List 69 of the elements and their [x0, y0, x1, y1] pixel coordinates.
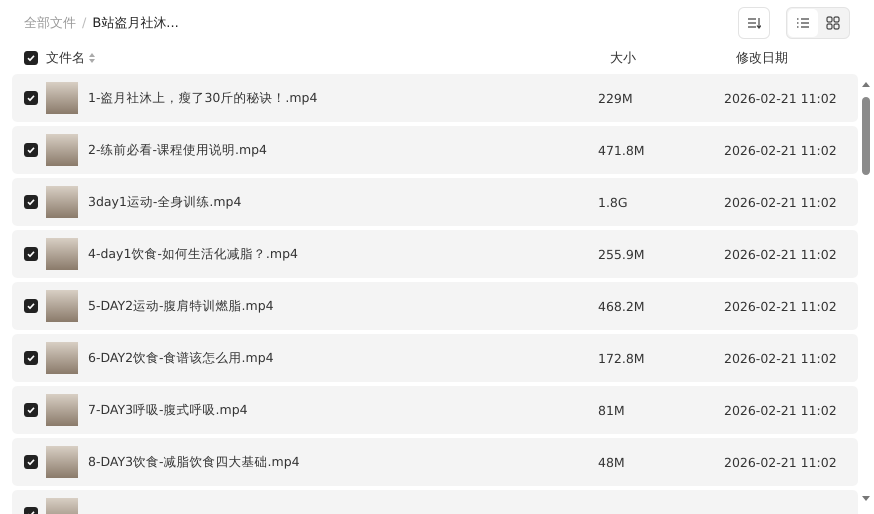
row-checkbox[interactable]	[24, 455, 38, 469]
file-row[interactable]: 8-DAY3饮食-减脂饮食四大基础.mp4 48M 2026-02-21 11:02	[12, 438, 858, 486]
photo-placeholder	[46, 342, 78, 374]
check-icon	[26, 53, 36, 63]
photo-placeholder	[46, 82, 78, 114]
list-icon	[796, 17, 810, 29]
file-row[interactable]: 2-练前必看-课程使用说明.mp4 471.8M 2026-02-21 11:02	[12, 126, 858, 174]
file-size: 471.8M	[598, 142, 646, 158]
photo-placeholder	[46, 134, 78, 166]
file-size: 81M	[598, 402, 626, 418]
file-row[interactable]: 7-DAY3呼吸-腹式呼吸.mp4 81M 2026-02-21 11:02	[12, 386, 858, 434]
column-header: 修改日期	[736, 50, 788, 67]
file-size: 172.8M	[598, 350, 646, 366]
photo-placeholder	[46, 238, 78, 270]
list-view-button[interactable]	[788, 9, 818, 37]
row-checkbox[interactable]	[24, 195, 38, 209]
file-size: 229M	[598, 90, 634, 106]
grid-icon	[826, 16, 840, 30]
check-icon	[26, 457, 36, 467]
file-size: 468.2M	[598, 298, 646, 314]
photo-placeholder	[46, 186, 78, 218]
file-name: 5-DAY2运动-腹肩特训燃脂.mp4	[88, 298, 275, 314]
file-name: 4-day1饮食-如何生活化减脂？.mp4	[88, 246, 299, 262]
modified-date: 2026-02-21 11:02	[724, 350, 837, 366]
file-size: 1.8G	[598, 194, 629, 210]
row-checkbox[interactable]	[24, 403, 38, 417]
check-icon	[26, 197, 36, 207]
file-row[interactable]: 6-DAY2饮食-食谱该怎么用.mp4 172.8M 2026-02-21 11:02	[12, 334, 858, 382]
modified-date: 2026-02-21 11:02	[724, 246, 837, 262]
sort-icon	[747, 17, 761, 29]
check-icon	[26, 405, 36, 415]
file-name: 6-DAY2饮食-食谱该怎么用.mp4	[88, 350, 275, 366]
row-checkbox[interactable]	[24, 351, 38, 365]
photo-placeholder	[46, 290, 78, 322]
breadcrumb-item: B站盗月社沐...	[92, 15, 179, 32]
file-size: 255.9M	[598, 246, 646, 262]
photo-placeholder	[46, 446, 78, 478]
breadcrumb-separator: /	[82, 16, 86, 30]
scrollbar-drawing[interactable]	[861, 82, 871, 502]
check-icon	[26, 145, 36, 155]
row-checkbox[interactable]	[24, 247, 38, 261]
check-icon	[26, 301, 36, 311]
check-icon	[26, 93, 36, 103]
file-name: 3day1运动-全身训练.mp4	[88, 194, 242, 210]
modified-date: 2026-02-21 11:02	[724, 194, 837, 210]
column-header: 大小	[610, 50, 636, 67]
photo-placeholder	[46, 394, 78, 426]
modified-date: 2026-02-21 11:02	[724, 454, 837, 470]
row-checkbox[interactable]	[24, 91, 38, 105]
file-name: 7-DAY3呼吸-腹式呼吸.mp4	[88, 402, 249, 418]
file-name: 8-DAY3饮食-减脂饮食四大基础.mp4	[88, 454, 301, 470]
sort-button[interactable]	[738, 7, 770, 39]
select-all-checkbox[interactable]	[24, 51, 38, 65]
check-icon	[26, 249, 36, 259]
column-header[interactable]: 文件名	[46, 49, 85, 67]
modified-date: 2026-02-21 11:02	[724, 298, 837, 314]
file-row[interactable]: 4-day1饮食-如何生活化减脂？.mp4 255.9M 2026-02-21 11:02	[12, 230, 858, 278]
file-row[interactable]: 1-盗月社沐上，瘦了30斤的秘诀！.mp4 229M 2026-02-21 11:02	[12, 74, 858, 122]
row-checkbox[interactable]	[24, 299, 38, 313]
row-checkbox[interactable]	[24, 143, 38, 157]
file-size: 48M	[598, 454, 626, 470]
modified-date: 2026-02-21 11:02	[724, 402, 837, 418]
file-name: 2-练前必看-课程使用说明.mp4	[88, 142, 268, 158]
file-row[interactable]: 5-DAY2运动-腹肩特训燃脂.mp4 468.2M 2026-02-21 11:02	[12, 282, 858, 330]
file-row[interactable]: 3day1运动-全身训练.mp4 1.8G 2026-02-21 11:02	[12, 178, 858, 226]
modified-date: 2026-02-21 11:02	[724, 90, 837, 106]
check-icon	[26, 353, 36, 363]
modified-date: 2026-02-21 11:02	[724, 142, 837, 158]
file-name: 1-盗月社沐上，瘦了30斤的秘诀！.mp4	[88, 90, 318, 106]
